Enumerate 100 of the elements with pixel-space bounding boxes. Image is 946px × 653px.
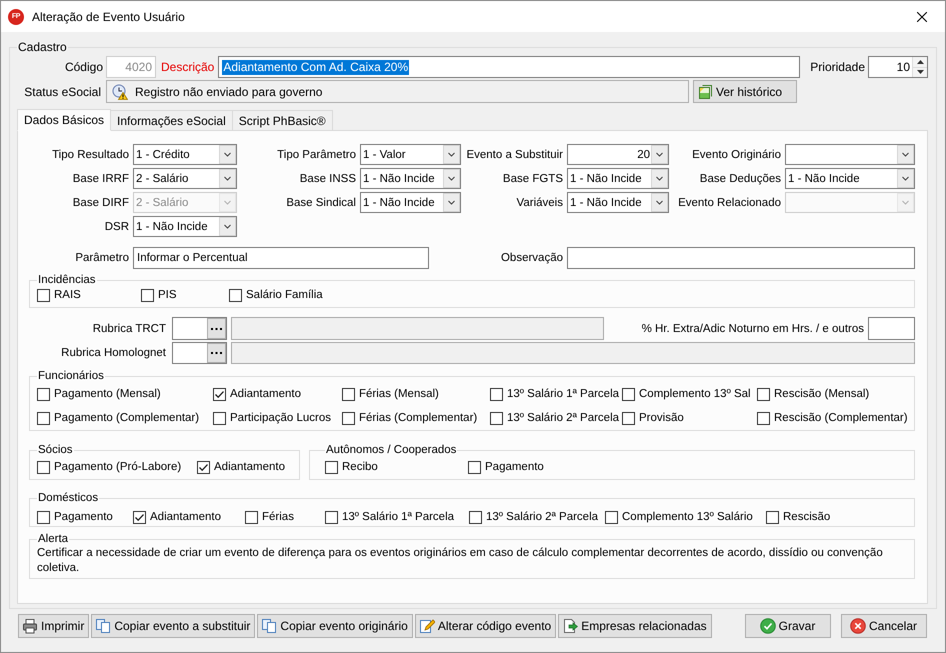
field-label: Status eSocial (24, 84, 101, 98)
checkbox[interactable]: Férias (Mensal) (342, 386, 439, 402)
browse-button[interactable] (207, 343, 226, 363)
field-label: DSR (104, 220, 129, 232)
action-button[interactable]: Alterar código evento (414, 614, 556, 638)
checkbox[interactable]: Complemento 13º Sal (622, 386, 751, 402)
checkbox-icon[interactable] (37, 288, 50, 302)
checkbox[interactable]: Rescisão (Mensal) (757, 386, 870, 402)
checkbox[interactable]: Salário Família (229, 287, 323, 303)
dropdown[interactable]: 1 - Valor (360, 144, 461, 165)
x-circle-icon (850, 618, 866, 634)
checkbox-icon[interactable] (229, 288, 242, 302)
dropdown[interactable]: 1 - Não Incide (133, 216, 237, 237)
dropdown[interactable]: 1 - Crédito (133, 144, 237, 165)
checkbox-icon[interactable] (622, 412, 635, 424)
observation-field[interactable] (567, 247, 915, 269)
checkbox[interactable]: Rescisão (Complementar) (757, 410, 908, 426)
action-button[interactable]: Copiar evento originário (257, 614, 413, 638)
browse-button[interactable] (207, 318, 226, 339)
rubric-code-field[interactable] (172, 342, 227, 364)
checkbox[interactable]: 13º Salário 1ª Parcela (325, 509, 454, 525)
action-button[interactable]: Copiar evento a substituir (91, 614, 256, 638)
checkbox[interactable]: Férias (Complementar) (342, 410, 478, 426)
checkbox-icon[interactable] (133, 510, 146, 524)
dropdown[interactable]: 1 - Não Incide (567, 192, 669, 213)
checkbox[interactable]: Pagamento (37, 509, 113, 525)
checkbox[interactable]: Participação Lucros (213, 410, 331, 426)
tab[interactable]: Informações eSocial (110, 110, 233, 130)
checkbox-icon[interactable] (490, 388, 503, 400)
dialog-button[interactable]: Gravar (745, 614, 831, 638)
dropdown[interactable] (785, 144, 915, 165)
checkbox-icon[interactable] (37, 460, 50, 474)
close-button[interactable] (917, 12, 927, 22)
document-arrow-icon (562, 618, 578, 634)
checkbox-icon[interactable] (325, 460, 338, 474)
checkbox[interactable]: Complemento 13º Salário (605, 509, 753, 525)
history-button[interactable]: Ver histórico (693, 80, 797, 103)
field-label: Evento Originário (692, 148, 781, 160)
checkbox[interactable]: Pagamento (Complementar) (37, 410, 200, 426)
clock-warning-icon (112, 84, 128, 100)
checkbox[interactable]: PIS (141, 287, 177, 303)
checkbox-icon[interactable] (342, 412, 355, 424)
spin-up-button[interactable] (913, 57, 927, 66)
action-button[interactable]: Empresas relacionadas (558, 614, 712, 638)
parameter-field[interactable]: Informar o Percentual (133, 247, 429, 269)
checkbox-icon[interactable] (766, 510, 779, 524)
checkbox[interactable]: Pagamento (Pró-Labore) (37, 459, 182, 475)
dropdown[interactable]: 20 (567, 144, 669, 165)
percent-field[interactable] (868, 317, 915, 340)
checkbox[interactable]: Pagamento (468, 459, 544, 475)
checkbox[interactable]: 13º Salário 2ª Parcela (490, 410, 620, 426)
checkbox-icon[interactable] (141, 288, 154, 302)
checkbox[interactable]: RAIS (37, 287, 81, 303)
group-title: Funcionários (37, 369, 105, 383)
checkbox-icon[interactable] (469, 510, 482, 524)
checkbox-icon[interactable] (197, 460, 210, 474)
checkbox[interactable]: Adiantamento (213, 386, 301, 402)
checkbox-icon[interactable] (37, 412, 50, 424)
checkbox-icon[interactable] (245, 510, 258, 524)
field-label: Código (64, 60, 103, 74)
checkbox[interactable]: Adiantamento (197, 459, 285, 475)
field-label: Observação (500, 252, 563, 264)
checkbox-icon[interactable] (757, 388, 770, 400)
dropdown[interactable]: 1 - Não Incide (360, 168, 461, 189)
checkbox[interactable]: Pagamento (Mensal) (37, 386, 161, 402)
document-icon (697, 84, 713, 100)
checkbox-icon[interactable] (37, 388, 50, 400)
pencil-icon (418, 618, 435, 634)
dropdown[interactable]: 1 - Não Incide (360, 192, 461, 213)
checkbox[interactable]: Adiantamento (133, 509, 221, 525)
dialog-button[interactable]: Cancelar (841, 614, 927, 638)
field-label: Rubrica Homolognet (61, 347, 166, 359)
checkbox-icon[interactable] (325, 510, 338, 524)
dropdown[interactable]: 1 - Não Incide (785, 168, 915, 189)
group-title: Cadastro (17, 40, 68, 54)
number-spinner[interactable]: 10 (868, 56, 928, 78)
checkbox-icon[interactable] (490, 412, 503, 424)
checkbox-icon[interactable] (213, 412, 226, 424)
spin-down-button[interactable] (913, 66, 927, 77)
checkbox[interactable]: Rescisão (766, 509, 830, 525)
description-field[interactable]: Adiantamento Com Ad. Caixa 20% (218, 56, 800, 78)
action-button[interactable]: Imprimir (18, 614, 90, 638)
checkbox[interactable]: 13º Salário 2ª Parcela (469, 509, 598, 525)
alert-text: Certificar a necessidade de criar um evento de diferença para os eventos originários em caso de cálculo complementar decorrentes de acordo, dissídio ou convenção coletiva. (37, 546, 884, 576)
dropdown[interactable]: 2 - Salário (133, 168, 237, 189)
checkbox-icon[interactable] (213, 388, 226, 400)
checkbox[interactable]: Provisão (622, 410, 684, 426)
tab[interactable]: Dados Básicos (17, 109, 112, 131)
checkbox-icon[interactable] (757, 412, 770, 424)
checkbox[interactable]: 13º Salário 1ª Parcela (490, 386, 620, 402)
checkbox[interactable]: Recibo (325, 459, 378, 475)
checkbox[interactable]: Férias (245, 509, 294, 525)
checkbox-icon[interactable] (468, 460, 481, 474)
rubric-code-field[interactable] (172, 317, 227, 340)
checkbox-icon[interactable] (622, 388, 635, 400)
checkbox-icon[interactable] (605, 510, 618, 524)
checkbox-icon[interactable] (37, 510, 50, 524)
dropdown[interactable]: 1 - Não Incide (567, 168, 669, 189)
checkbox-icon[interactable] (342, 388, 355, 400)
tab[interactable]: Script PhBasic® (232, 110, 333, 130)
